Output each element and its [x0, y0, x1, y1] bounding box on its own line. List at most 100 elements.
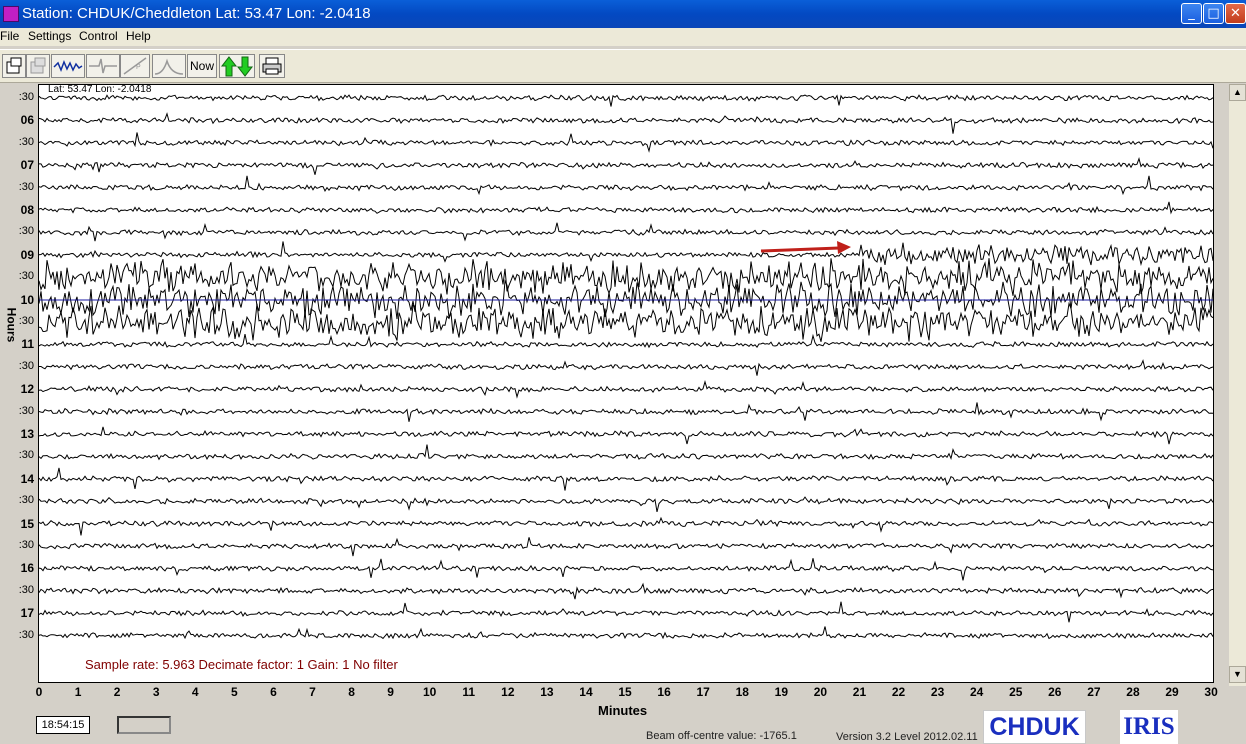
trace-line	[39, 94, 1213, 107]
x-tick-label: 28	[1126, 685, 1140, 699]
trace-line	[39, 157, 1213, 175]
trace-line	[39, 175, 1213, 196]
print-icon[interactable]	[259, 54, 285, 78]
arrow-head-icon	[837, 241, 851, 254]
trace-line	[39, 333, 1213, 349]
curve-icon[interactable]	[152, 54, 186, 78]
hour-label: :30	[18, 449, 34, 462]
x-tick-label: 26	[1048, 685, 1062, 699]
hour-label: 09	[20, 247, 34, 262]
minimize-button[interactable]: _	[1181, 3, 1202, 24]
x-tick-label: 19	[774, 685, 789, 699]
station-logo: CHDUK	[983, 710, 1086, 744]
trace-line	[39, 241, 1213, 267]
x-tick-label: 22	[891, 685, 906, 699]
x-tick-label: 25	[1009, 685, 1023, 699]
hour-label: 08	[20, 203, 34, 217]
hour-label: :30	[18, 539, 34, 551]
x-tick-label: 3	[152, 685, 160, 699]
hour-label: :30	[18, 91, 34, 103]
hour-label: 10	[20, 292, 34, 307]
menu-control[interactable]: Control	[79, 29, 118, 43]
iris-logo: IRIS	[1120, 710, 1178, 744]
x-tick-label: 8	[348, 685, 355, 699]
trace-line	[39, 496, 1213, 513]
hour-label: 13	[20, 427, 34, 441]
maximize-button[interactable]: □	[1203, 3, 1224, 24]
trace-line	[39, 601, 1213, 623]
x-axis-label: Minutes	[598, 703, 648, 718]
x-tick-label: 17	[696, 685, 710, 699]
trace-line	[39, 626, 1213, 640]
x-tick-label: 21	[852, 685, 867, 699]
x-tick-label: 9	[387, 685, 394, 699]
slope-icon[interactable]: P	[120, 54, 150, 78]
spike-icon[interactable]	[86, 54, 120, 78]
hour-label: 07	[20, 158, 34, 173]
title-bar: Station: CHDUK/Cheddleton Lat: 53.47 Lon…	[0, 0, 1246, 28]
x-tick-label: 0	[35, 685, 43, 699]
clock-display: 18:54:15	[36, 716, 90, 734]
menu-file[interactable]: File	[0, 29, 19, 43]
x-tick-label: 27	[1087, 685, 1101, 699]
seismogram-traces	[39, 94, 1213, 640]
menu-settings[interactable]: Settings	[28, 29, 71, 43]
scroll-down-icon[interactable]: ▼	[1229, 666, 1246, 683]
hour-label: 16	[20, 561, 34, 576]
x-tick-label: 2	[113, 685, 121, 699]
scroll-up-icon[interactable]: ▲	[1229, 84, 1246, 101]
trace-line	[39, 359, 1213, 376]
hour-label: 14	[20, 471, 34, 486]
close-button[interactable]: ✕	[1225, 3, 1246, 24]
hour-label: 06	[20, 113, 34, 128]
trace-line	[39, 379, 1213, 399]
x-tick-label: 20	[813, 685, 828, 699]
trace-line	[39, 537, 1213, 557]
x-tick-label: 11	[462, 685, 476, 699]
trace-line	[39, 112, 1213, 134]
trace-line	[39, 558, 1213, 581]
hour-label: 17	[20, 606, 34, 621]
trace-line	[39, 258, 1213, 296]
svg-text:P: P	[136, 64, 141, 71]
x-tick-label: 12	[501, 685, 515, 699]
beam-value: Beam off-centre value: -1765.1	[646, 730, 797, 742]
window-title: Station: CHDUK/Cheddleton Lat: 53.47 Lon…	[22, 5, 371, 22]
trace-line	[39, 402, 1213, 422]
menu-bar: File Settings Control Help	[0, 28, 1246, 46]
sample-info: Sample rate: 5.963 Decimate factor: 1 Ga…	[85, 657, 398, 672]
hour-label: :30	[18, 180, 34, 193]
x-tick-label: 10	[423, 685, 437, 699]
hour-label: :30	[18, 404, 34, 417]
x-tick-label: 23	[930, 685, 945, 699]
x-tick-label: 30	[1204, 685, 1218, 699]
trace-line	[39, 516, 1213, 536]
x-tick-label: 6	[270, 685, 277, 699]
hour-label: :30	[18, 135, 34, 148]
vertical-scrollbar[interactable]: ▲ ▼	[1229, 84, 1246, 686]
hour-label: :30	[18, 270, 34, 283]
trace-line	[39, 582, 1213, 600]
open-icon[interactable]	[2, 54, 26, 78]
toolbar: P Now	[0, 49, 1246, 83]
up-down-arrows-icon[interactable]	[219, 54, 255, 78]
x-tick-label: 15	[618, 685, 632, 699]
menu-help[interactable]: Help	[126, 29, 151, 43]
trace-line	[39, 132, 1213, 153]
waveform-icon[interactable]	[51, 54, 85, 78]
x-tick-label: 24	[969, 685, 984, 699]
trace-line	[39, 444, 1213, 461]
x-tick-label: 18	[735, 685, 749, 699]
hour-label: :30	[18, 225, 34, 238]
hour-label: :30	[18, 628, 34, 641]
y-axis-label: Hours	[4, 307, 19, 343]
trace-line	[39, 201, 1213, 215]
hour-label: :30	[18, 583, 34, 596]
status-box	[117, 716, 171, 734]
copy-icon[interactable]	[26, 54, 50, 78]
x-tick-label: 4	[191, 685, 199, 699]
now-button[interactable]: Now	[187, 54, 217, 78]
seismogram-plot[interactable]	[38, 84, 1214, 683]
x-tick-label: 16	[657, 685, 671, 699]
x-tick-label: 29	[1165, 685, 1179, 699]
